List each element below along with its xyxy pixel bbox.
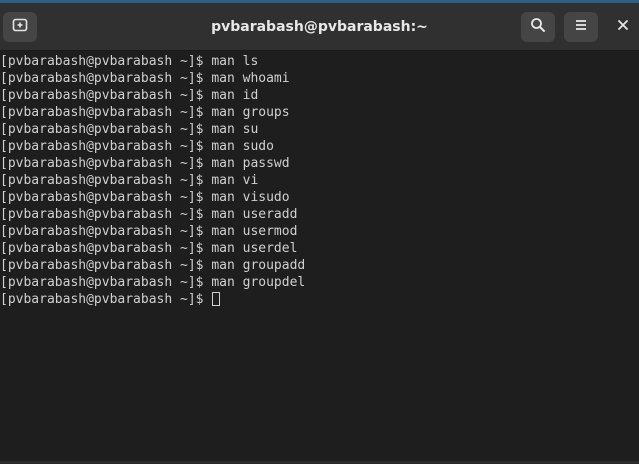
new-tab-icon [12,17,28,38]
terminal-line: [pvbarabash@pvbarabash ~]$ man sudo [0,139,274,154]
terminal-line: [pvbarabash@pvbarabash ~]$ man id [0,88,259,103]
terminal-line: [pvbarabash@pvbarabash ~]$ man ls [0,54,259,69]
terminal-line: [pvbarabash@pvbarabash ~]$ man userdel [0,241,298,256]
text-cursor [212,292,221,306]
terminal-line: [pvbarabash@pvbarabash ~]$ man useradd [0,207,298,222]
terminal-line: [pvbarabash@pvbarabash ~]$ man groupdel [0,275,306,290]
close-icon [617,18,629,36]
header-bar: pvbarabash@pvbarabash:~ [0,3,639,51]
current-prompt: [pvbarabash@pvbarabash ~]$ [0,292,212,307]
current-prompt-line[interactable]: [pvbarabash@pvbarabash ~]$ [0,291,639,308]
new-tab-button[interactable] [3,12,37,42]
terminal-line: [pvbarabash@pvbarabash ~]$ man whoami [0,71,290,86]
search-icon [530,17,546,38]
terminal-line: [pvbarabash@pvbarabash ~]$ man passwd [0,156,290,171]
terminal-line: [pvbarabash@pvbarabash ~]$ man visudo [0,190,290,205]
terminal-line: [pvbarabash@pvbarabash ~]$ man vi [0,173,259,188]
terminal-line: [pvbarabash@pvbarabash ~]$ man groupadd [0,258,306,273]
search-button[interactable] [521,12,555,42]
terminal-line: [pvbarabash@pvbarabash ~]$ man su [0,122,259,137]
terminal-window: pvbarabash@pvbarabash:~ [pvbarabash@pvba… [0,0,639,464]
terminal-line: [pvbarabash@pvbarabash ~]$ man groups [0,105,290,120]
terminal-output[interactable]: [pvbarabash@pvbarabash ~]$ man ls [pvbar… [0,52,639,461]
terminal-line: [pvbarabash@pvbarabash ~]$ man usermod [0,224,298,239]
close-button[interactable] [613,17,633,37]
hamburger-menu-icon [573,17,589,38]
main-menu-button[interactable] [564,12,598,42]
